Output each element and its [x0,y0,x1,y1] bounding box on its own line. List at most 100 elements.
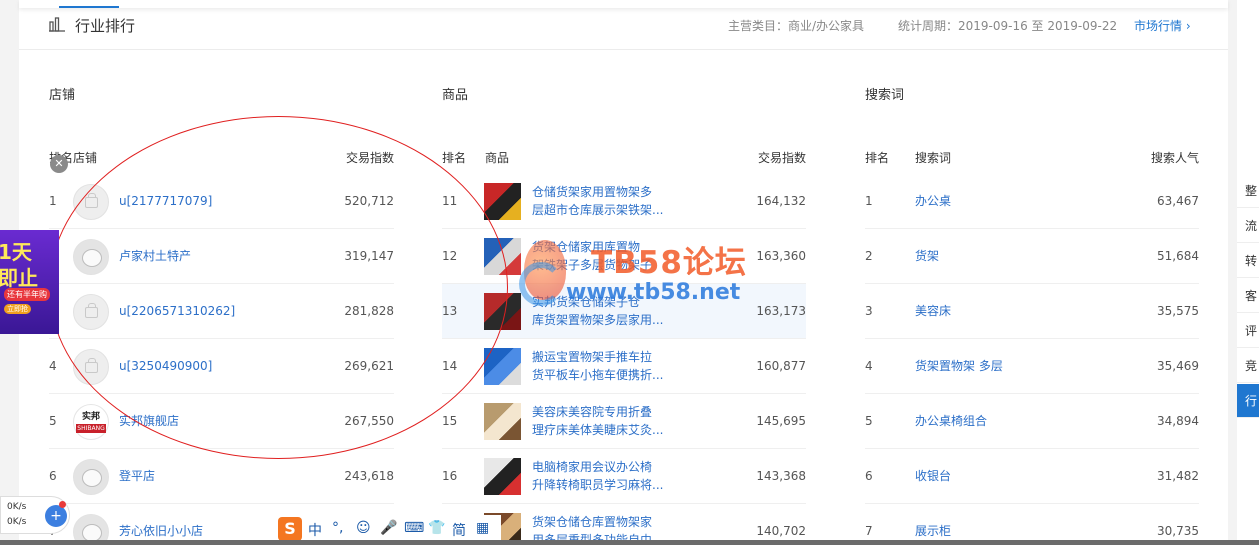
products-section-title: 商品 [442,88,469,103]
shop-trade-index: 520,712 [344,194,394,208]
keyword-link[interactable]: 货架置物架 多层 [915,339,1003,394]
product-name-link[interactable]: 搬运宝置物架手推车拉 货平板车小拖车便携折... [532,348,668,384]
product-trade-index: 160,877 [756,359,806,373]
keyword-popularity: 51,684 [1157,249,1199,263]
shop-name-link[interactable]: 卢家村土特产 [119,229,191,284]
shop-row: 6 登平店 243,618 [49,449,394,504]
close-icon[interactable]: ✕ [50,155,68,173]
shop-logo-text: 实邦 [81,412,100,422]
keywords-section-title: 搜索词 [865,88,905,103]
skin-icon[interactable]: 👕 [428,520,445,536]
microphone-icon[interactable]: 🎤 [380,520,397,536]
right-nav-item[interactable]: 转 [1237,244,1259,278]
product-name-link[interactable]: 美容床美容院专用折叠 理疗床美体美睫床艾灸... [532,403,668,439]
watermark-title: TB58论坛 [591,245,747,281]
shop-name-link[interactable]: u[3250490900] [119,339,212,394]
shops-section-title: 店铺 [49,88,76,103]
keyword-rank: 7 [865,524,873,538]
keyword-link[interactable]: 办公桌 [915,174,951,229]
keyword-row: 5 办公桌椅组合 34,894 [865,394,1199,449]
keywords-col-pop: 搜索人气 [1150,151,1199,165]
right-nav-item[interactable]: 评 [1237,314,1259,348]
product-rank: 16 [442,469,458,483]
ime-punctuation[interactable]: °, [332,520,343,536]
shop-rank: 4 [49,359,57,373]
right-nav-item[interactable]: 整 [1237,174,1259,208]
right-nav-item[interactable]: 行 [1237,384,1259,418]
keyword-rank: 6 [865,469,873,483]
product-thumbnail[interactable] [484,183,521,220]
keyword-row: 2 货架 51,684 [865,229,1199,284]
product-thumbnail[interactable] [484,348,521,385]
keywords-col-keyword: 搜索词 [915,151,952,165]
shop-row: 1 u[2177717079] 520,712 [49,174,394,229]
product-rank: 13 [442,304,458,318]
product-name-line-1: 美容床美容院专用折叠 [532,405,653,419]
product-name-line-2: 库货架置物架多层家用... [532,313,664,327]
market-trend-link[interactable]: 市场行情 › [1134,17,1191,34]
keyword-link[interactable]: 货架 [915,229,939,284]
emoji-icon[interactable]: ☺ [356,520,371,536]
right-nav-item[interactable]: 客 [1237,279,1259,313]
product-rank: 15 [442,414,458,428]
shop-name-link[interactable]: u[2177717079] [119,174,212,229]
right-nav-item[interactable]: 竞 [1237,349,1259,383]
keyword-rank: 5 [865,414,873,428]
product-name-link[interactable]: 电脑椅家用会议办公椅 升降转椅职员学习麻将... [532,458,668,494]
keyword-link[interactable]: 美容床 [915,284,951,339]
shop-row: 2卢家村土特产319,147 [49,229,394,284]
right-nav-item[interactable]: 流 [1237,209,1259,243]
accelerate-icon[interactable]: + [45,505,67,527]
shop-name-link[interactable]: u[2206571310262] [119,284,235,339]
product-trade-index: 164,132 [756,194,806,208]
shop-name-link[interactable]: 实邦旗舰店 [119,394,179,449]
ad-line-3: 还有半年购 [4,288,50,301]
shop-rank: 1 [49,194,57,208]
shop-trade-index: 281,828 [344,304,394,318]
bottom-scrollbar[interactable] [0,540,1259,545]
upload-speed: 0K/s [7,502,27,512]
product-row: 16 电脑椅家用会议办公椅 升降转椅职员学习麻将... 143,368 [442,449,806,504]
shop-row: 3u[2206571310262]281,828 [49,284,394,339]
watermark-url: www.tb58.net [566,280,741,305]
tab-strip [19,0,1228,8]
product-row: 14 搬运宝置物架手推车拉 货平板车小拖车便携折... 160,877 [442,339,806,394]
shop-avatar [73,239,109,275]
shopping-bag-icon [85,303,98,318]
product-thumbnail[interactable] [484,403,521,440]
product-trade-index: 145,695 [756,414,806,428]
product-name-line-2: 货平板车小拖车便携折... [532,368,664,382]
product-thumbnail[interactable] [484,238,521,275]
keyword-link[interactable]: 办公桌椅组合 [915,394,987,449]
shop-name-link[interactable]: 登平店 [119,449,155,504]
shopping-bag-icon [85,358,98,373]
product-name-line-2: 层超市仓库展示架铁架... [532,203,664,217]
keyboard-icon[interactable]: ⌨ [404,520,424,536]
product-name-link[interactable]: 仓储货架家用置物架多 层超市仓库展示架铁架... [532,183,668,219]
keyword-popularity: 34,894 [1157,414,1199,428]
keyword-link[interactable]: 收银台 [915,449,951,504]
sogou-logo-icon[interactable]: S [278,517,302,541]
product-row: 15 美容床美容院专用折叠 理疗床美体美睫床艾灸... 145,695 [442,394,806,449]
promo-ad-banner[interactable]: 1天 即止 还有半年购 立即抢 [0,230,59,334]
keyword-popularity: 35,469 [1157,359,1199,373]
keyword-popularity: 31,482 [1157,469,1199,483]
product-name-line-2: 理疗床美体美睫床艾灸... [532,423,664,437]
product-name-line-2: 升降转椅职员学习麻将... [532,478,664,492]
keyword-row: 1 办公桌 63,467 [865,174,1199,229]
keyword-link[interactable]: 展示柜 [915,504,951,545]
keyword-row: 3 美容床 35,575 [865,284,1199,339]
ime-simplified-toggle[interactable]: 简 [452,520,466,540]
toolbox-icon[interactable]: ▦ [476,520,489,536]
product-thumbnail[interactable] [484,458,521,495]
keyword-rank: 4 [865,359,873,373]
shopping-bag-icon [85,193,98,208]
ime-chinese-toggle[interactable]: 中 [308,520,322,540]
shop-trade-index: 267,550 [344,414,394,428]
watermark-logo-ring [519,262,563,306]
products-col-product: 商品 [485,151,510,165]
product-thumbnail[interactable] [484,293,521,330]
shop-name-link[interactable]: 芳心依旧小小店 [119,504,203,545]
shop-avatar [73,294,109,330]
product-rank: 11 [442,194,458,208]
